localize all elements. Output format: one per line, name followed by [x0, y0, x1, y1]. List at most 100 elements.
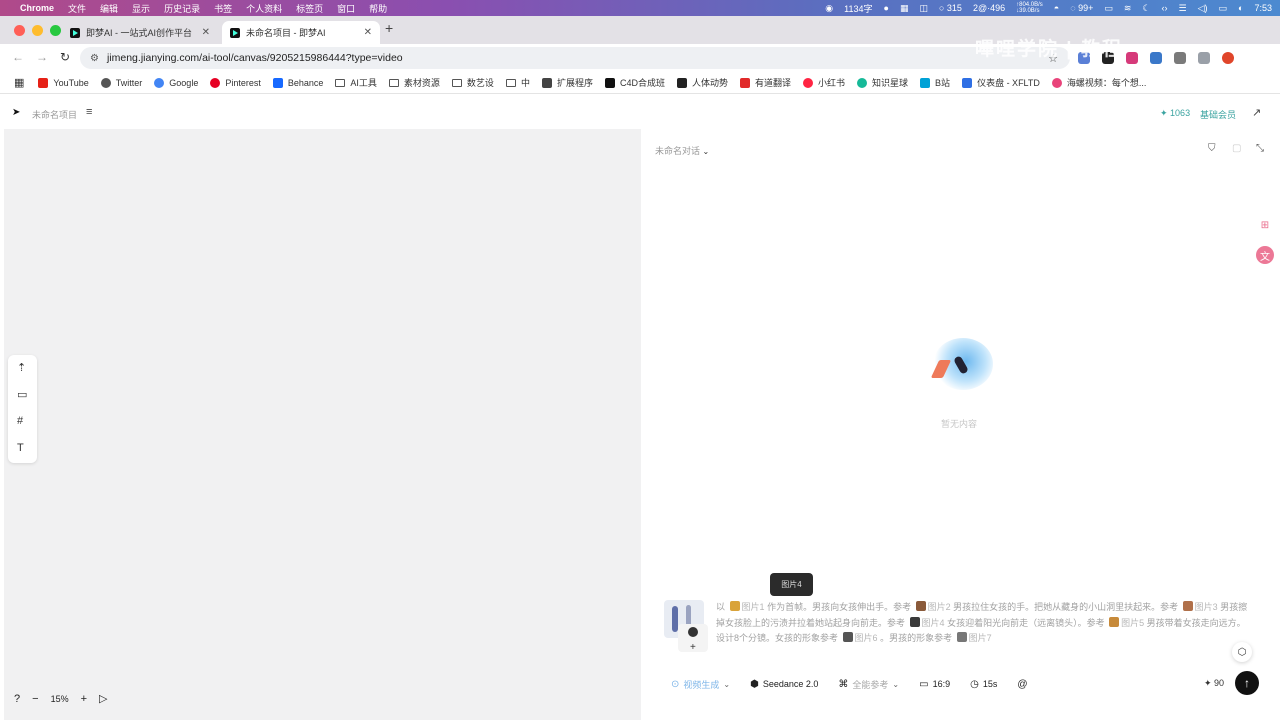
conversation-title[interactable]: 未命名对话 ⌄ — [655, 144, 709, 157]
folder-tool-icon[interactable]: ▭ — [17, 388, 27, 401]
zoom-out-button[interactable]: − — [32, 693, 38, 705]
mic-icon[interactable]: ● — [884, 3, 889, 13]
moon-icon[interactable]: ☾ — [1142, 3, 1150, 14]
w-app-icon[interactable]: ◫ — [919, 3, 928, 14]
membership-badge[interactable]: 基础会员 — [1200, 108, 1236, 121]
bookmark-hailuo[interactable]: 海螺视频：每个想... — [1051, 76, 1146, 89]
aspect-ratio-selector[interactable]: ▭ 16:9 — [919, 679, 950, 690]
status-badge-a[interactable]: ○ 315 — [939, 3, 962, 13]
menu-item-history[interactable]: 历史记录 — [164, 2, 200, 15]
pointer-tool-icon[interactable]: ➤ — [12, 107, 20, 118]
menu-item-file[interactable]: 文件 — [68, 2, 86, 15]
bookmark-pinterest[interactable]: Pinterest — [210, 77, 261, 88]
help-icon[interactable]: ? — [14, 693, 20, 705]
battery-icon[interactable]: ▭ — [1219, 3, 1228, 14]
bookmark-twitter[interactable]: Twitter — [100, 77, 142, 88]
close-window-button[interactable] — [14, 25, 25, 36]
extension-e-icon[interactable] — [1174, 52, 1186, 64]
image-ref-chip[interactable]: 图片2 — [928, 602, 951, 612]
screen-icon[interactable]: ▭ — [1104, 3, 1113, 14]
add-reference-icon[interactable]: + — [690, 642, 696, 653]
grid-status-icon[interactable]: ▦ — [900, 3, 909, 14]
clock-time[interactable]: 7:53 — [1254, 3, 1272, 13]
network-speed[interactable]: ↑804.0B/s ↓39.0B/s — [1016, 2, 1043, 14]
extension-d-icon[interactable] — [1150, 52, 1162, 64]
address-bar[interactable]: ⚙ jimeng.jianying.com/ai-tool/canvas/920… — [80, 47, 1070, 69]
extensions-puzzle-icon[interactable] — [1198, 52, 1210, 64]
word-count[interactable]: 1134字 — [844, 2, 872, 15]
text-tool-icon[interactable]: T — [17, 442, 24, 454]
status-badge-b[interactable]: 2@·496 — [973, 3, 1005, 13]
infinite-canvas[interactable] — [4, 129, 641, 720]
image-ref-chip[interactable]: 图片7 — [969, 633, 992, 643]
tab-untitled-project[interactable]: 未命名项目 - 即梦AI ✕ — [222, 21, 380, 44]
reference-thumbnails[interactable]: + — [664, 600, 710, 653]
cat-icon[interactable]: ◓ — [1054, 3, 1059, 13]
volume-icon[interactable]: ◁) — [1198, 3, 1208, 14]
stack-icon[interactable]: ☰ — [1179, 3, 1187, 14]
menu-app-name[interactable]: Chrome — [20, 3, 54, 13]
minimize-window-button[interactable] — [32, 25, 43, 36]
collapse-icon[interactable]: ⤡ — [1256, 143, 1264, 154]
project-name[interactable]: 未命名项目 — [32, 108, 77, 121]
bookmark-youdao[interactable]: 有道翻译 — [740, 76, 791, 89]
bookmark-folder-ai-tools[interactable]: AI工具 — [335, 76, 377, 89]
wechat-icon[interactable]: ◌ 99+ — [1070, 3, 1093, 13]
layout-icon[interactable]: ▢ — [1232, 143, 1241, 154]
menu-item-view[interactable]: 显示 — [132, 2, 150, 15]
wifi-icon[interactable]: ≋ — [1124, 3, 1132, 14]
reference-mode-selector[interactable]: ⌘ 全能参考 ⌄ — [838, 678, 899, 691]
duration-selector[interactable]: ◷ 15s — [970, 679, 997, 690]
apps-grid-icon[interactable]: ▦ — [14, 76, 24, 89]
project-menu-icon[interactable]: ≡ — [86, 106, 92, 118]
zoom-window-button[interactable] — [50, 25, 61, 36]
camera-icon[interactable]: ◉ — [825, 3, 833, 14]
navigate-icon[interactable]: ▷ — [99, 692, 107, 705]
forward-arrow-icon[interactable]: → — [36, 50, 48, 64]
filter-icon[interactable]: ⛉ — [1208, 143, 1216, 154]
extension-c-icon[interactable] — [1126, 52, 1138, 64]
bookmark-google[interactable]: Google — [154, 77, 198, 88]
close-icon[interactable]: ✕ — [364, 27, 372, 38]
profile-avatar[interactable] — [1222, 52, 1234, 64]
reload-icon[interactable]: ↻ — [60, 50, 70, 64]
bookmark-body-pose[interactable]: 人体动势 — [676, 76, 728, 89]
bookmark-dashboard[interactable]: 仪表盘 - XFLTD — [962, 76, 1040, 89]
mention-button[interactable]: @ — [1017, 679, 1031, 690]
apps-add-icon[interactable]: ⊞ — [1256, 216, 1274, 234]
bookmark-extensions[interactable]: 扩展程序 — [541, 76, 593, 89]
send-button[interactable]: ↑ — [1235, 671, 1259, 695]
bookmark-folder-shuyishe[interactable]: 数艺设 — [451, 76, 494, 89]
tab-jimeng-home[interactable]: 即梦AI - 一站式AI创作平台 ✕ — [62, 21, 218, 44]
image-ref-chip[interactable]: 图片4 — [922, 618, 945, 628]
bookmark-xiaohongshu[interactable]: 小红书 — [803, 76, 845, 89]
siri-icon[interactable]: ◐ — [1238, 3, 1243, 13]
site-info-icon[interactable]: ⚙ — [90, 53, 99, 64]
image-ref-chip[interactable]: 图片5 — [1121, 618, 1144, 628]
bookmark-youtube[interactable]: YouTube — [38, 77, 89, 88]
new-tab-plus-icon[interactable]: + — [385, 20, 393, 36]
image-ref-chip[interactable]: 图片6 — [855, 633, 878, 643]
ai-assist-icon[interactable]: ⬡ — [1232, 642, 1252, 662]
bookmark-c4d[interactable]: C4D合成班 — [604, 76, 665, 89]
code-icon[interactable]: ‹› — [1162, 3, 1168, 13]
frame-tool-icon[interactable]: # — [17, 415, 23, 427]
zoom-level[interactable]: 15% — [51, 694, 69, 704]
back-arrow-icon[interactable]: ← — [12, 50, 24, 64]
bookmark-behance[interactable]: Behance — [272, 77, 323, 88]
menu-item-window[interactable]: 窗口 — [337, 2, 355, 15]
menu-item-tabs[interactable]: 标签页 — [296, 2, 323, 15]
prompt-input[interactable]: 以 图片1 作为首帧。男孩向女孩伸出手。参考 图片2 男孩拉住女孩的手。把她从藏… — [716, 600, 1252, 647]
image-ref-chip[interactable]: 图片1 — [742, 602, 765, 612]
menu-item-bookmarks[interactable]: 书签 — [214, 2, 232, 15]
menu-item-help[interactable]: 帮助 — [369, 2, 387, 15]
bookmark-folder-zhong[interactable]: 中 — [505, 76, 530, 89]
share-icon[interactable]: ↗ — [1252, 106, 1261, 119]
close-icon[interactable]: ✕ — [202, 27, 210, 38]
menu-item-edit[interactable]: 编辑 — [100, 2, 118, 15]
image-ref-chip[interactable]: 图片3 — [1195, 602, 1218, 612]
menu-item-profile[interactable]: 个人资料 — [246, 2, 282, 15]
bookmark-folder-assets[interactable]: 素材资源 — [388, 76, 440, 89]
model-selector[interactable]: ⬢ Seedance 2.0 — [750, 679, 818, 690]
bookmark-planet[interactable]: 知识星球 — [857, 76, 908, 89]
